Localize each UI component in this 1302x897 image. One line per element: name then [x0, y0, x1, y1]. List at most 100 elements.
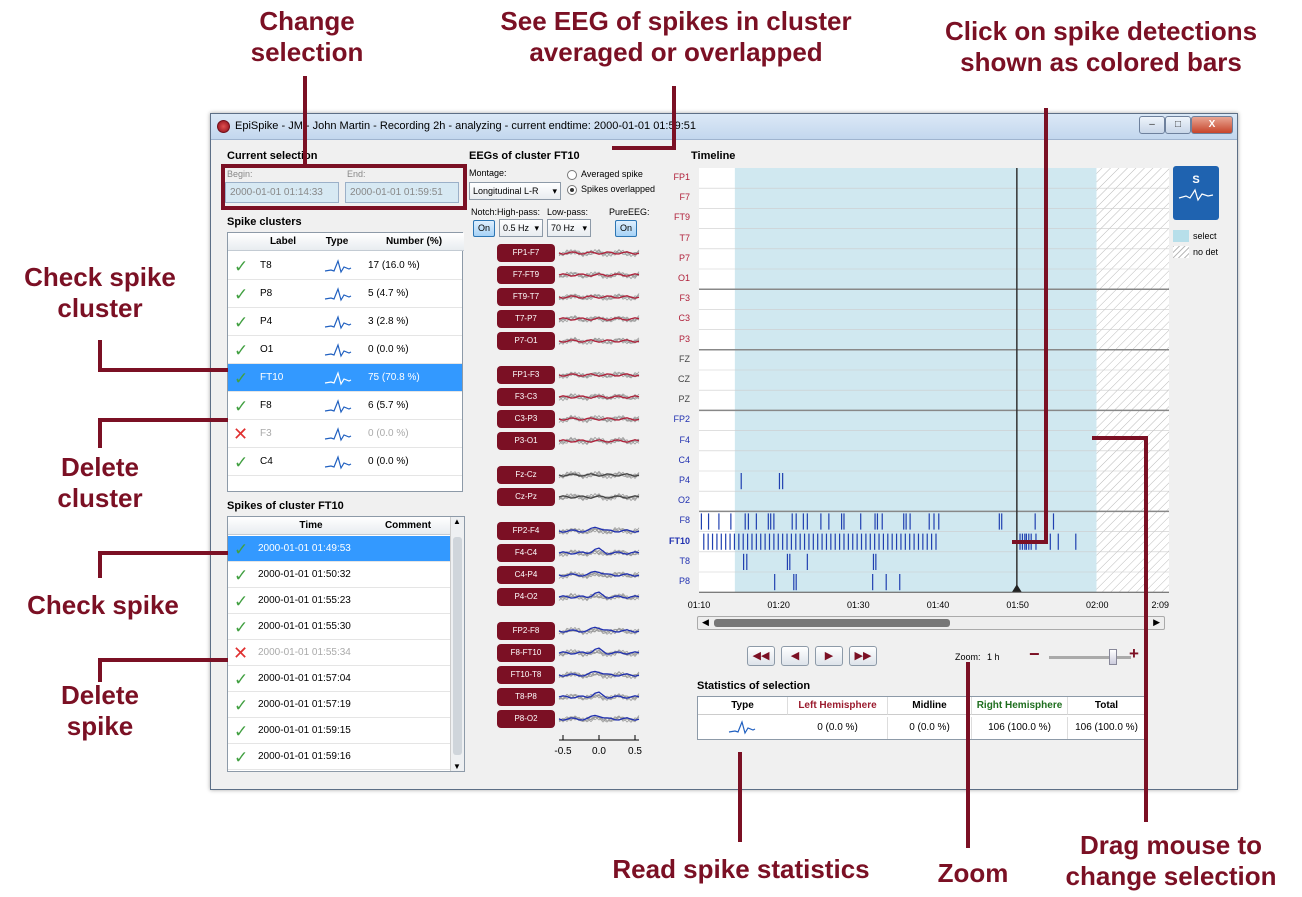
check-icon[interactable]: ✓ — [234, 667, 248, 693]
check-icon[interactable]: ✓ — [234, 615, 248, 641]
timeline-scroll-thumb[interactable] — [714, 619, 950, 627]
check-icon[interactable]: ✓ — [234, 537, 248, 563]
check-icon[interactable]: ✓ — [234, 563, 248, 589]
close-button[interactable]: X — [1191, 116, 1233, 134]
legend-select-swatch — [1173, 230, 1189, 242]
cluster-row[interactable]: ✓ FT10 75 (70.8 %) — [228, 364, 462, 392]
timeline-channel-label: C3 — [678, 313, 690, 324]
col-time[interactable]: Time — [256, 517, 366, 535]
spike-type-icon — [324, 315, 352, 330]
lowpass-select[interactable]: 70 Hz — [547, 219, 591, 237]
timeline-x-tick-label: 02:00 — [1086, 600, 1109, 608]
scroll-down-icon[interactable]: ▼ — [453, 762, 461, 771]
zoom-out-icon[interactable]: − — [1029, 644, 1040, 665]
cluster-number: 17 (16.0 %) — [368, 260, 420, 271]
col-type[interactable]: Type — [310, 233, 364, 251]
check-icon[interactable]: ✓ — [234, 449, 248, 477]
scroll-thumb[interactable] — [453, 537, 462, 755]
montage-select[interactable]: Longitudinal L-R — [469, 182, 561, 200]
pureeeg-toggle[interactable]: On — [615, 220, 637, 237]
spikes-of-cluster-heading: Spikes of cluster FT10 — [227, 500, 344, 512]
scroll-left-icon[interactable]: ◀ — [702, 617, 709, 628]
zoom-in-icon[interactable]: + — [1129, 644, 1139, 664]
spike-clusters-table[interactable]: Label Type Number (%) ✓ T8 17 (16.0 %) ✓ P8 5… — [227, 232, 464, 492]
spike-row[interactable]: ✓ 2000-01-01 01:55:23 — [228, 588, 450, 614]
fast-rewind-button[interactable]: ◀◀ — [747, 646, 775, 666]
minimize-button[interactable]: – — [1139, 116, 1165, 134]
arrow-delete-spike-h — [98, 658, 228, 662]
eeg-plot[interactable]: -0.5 0.0 0.5 FP1-F7 F7-FT9 FT9-T7 T7-P7 P7-O1 F… — [497, 238, 657, 798]
zoom-slider[interactable] — [1049, 649, 1131, 665]
eeg-channel-label: FP2-F4 — [497, 522, 555, 540]
cluster-row[interactable]: ✕ F3 0 (0.0 %) — [228, 420, 462, 448]
scroll-right-icon[interactable]: ▶ — [1153, 617, 1160, 628]
spike-type-icon — [324, 287, 352, 302]
timeline-x-tick-label: 01:50 — [1006, 600, 1029, 608]
spike-row[interactable]: ✓ 2000-01-01 01:59:15 — [228, 718, 450, 744]
col-number[interactable]: Number (%) — [364, 233, 464, 251]
spike-row[interactable]: ✕ 2000-01-01 01:55:34 — [228, 640, 450, 666]
check-icon[interactable]: ✓ — [234, 589, 248, 615]
spike-clusters-heading: Spike clusters — [227, 216, 302, 228]
spike-time: 2000-01-01 01:55:30 — [258, 621, 351, 632]
maximize-button[interactable]: □ — [1165, 116, 1191, 134]
averaged-radio[interactable] — [567, 170, 577, 180]
check-icon[interactable]: ✓ — [234, 253, 248, 281]
step-back-button[interactable]: ◀ — [781, 646, 809, 666]
callout-read-stats: Read spike statistics — [612, 854, 870, 884]
timeline-channel-label: FT10 — [668, 535, 690, 546]
spike-row[interactable]: ✓ 2000-01-01 01:55:30 — [228, 614, 450, 640]
timeline-scrollbar[interactable]: ◀ ▶ — [697, 616, 1165, 630]
cluster-row[interactable]: ✓ T8 17 (16.0 %) — [228, 252, 462, 280]
cluster-row[interactable]: ✓ O1 0 (0.0 %) — [228, 336, 462, 364]
logo-letter: S — [1192, 174, 1200, 186]
cluster-row[interactable]: ✓ F8 6 (5.7 %) — [228, 392, 462, 420]
spike-row[interactable]: ✓ 2000-01-01 01:57:19 — [228, 692, 450, 718]
spikes-scrollbar[interactable]: ▲ ▼ — [450, 517, 464, 771]
eeg-x-tick-label: -0.5 — [554, 746, 572, 757]
check-icon[interactable]: ✓ — [234, 393, 248, 421]
montage-label: Montage: — [469, 168, 507, 178]
spikes-table[interactable]: Time Comment ▲ ▼ ✓ 2000-01-01 01:49:53 ✓ 20… — [227, 516, 465, 772]
cluster-number: 0 (0.0 %) — [368, 428, 409, 439]
highpass-label: High-pass: — [497, 207, 541, 217]
timeline-channel-label: P3 — [678, 333, 690, 344]
col-label[interactable]: Label — [256, 233, 310, 251]
notch-toggle[interactable]: On — [473, 220, 495, 237]
statistics-table: Type Left Hemisphere 0 (0.0 %) Midline 0 (0.… — [697, 696, 1147, 740]
step-forward-button[interactable]: ▶ — [815, 646, 843, 666]
spike-row[interactable]: ✓ 2000-01-01 01:59:16 — [228, 744, 450, 770]
timeline-channel-label: PZ — [678, 394, 690, 405]
fast-forward-button[interactable]: ▶▶ — [849, 646, 877, 666]
spike-row[interactable]: ✓ 2000-01-01 01:49:53 — [228, 536, 450, 562]
spike-row[interactable]: ✓ 2000-01-01 01:50:32 — [228, 562, 450, 588]
delete-icon[interactable]: ✕ — [233, 420, 248, 448]
check-icon[interactable]: ✓ — [234, 693, 248, 719]
check-icon[interactable]: ✓ — [234, 745, 248, 771]
cluster-label: F3 — [260, 428, 272, 439]
stats-value: 106 (100.0 %) — [1068, 717, 1146, 739]
eeg-channel-label: FT10-T8 — [497, 666, 555, 684]
check-icon[interactable]: ✓ — [234, 281, 248, 309]
eeg-channel-label: C4-P4 — [497, 566, 555, 584]
timeline-x-tick-label: 01:10 — [688, 600, 711, 608]
check-icon[interactable]: ✓ — [234, 365, 248, 393]
eeg-channel-label: Cz-Pz — [497, 488, 555, 506]
check-icon[interactable]: ✓ — [234, 337, 248, 365]
timeline-x-tick-label: 01:30 — [847, 600, 870, 608]
cluster-row[interactable]: ✓ P4 3 (2.8 %) — [228, 308, 462, 336]
callout-delete-cluster: Delete cluster — [57, 452, 143, 513]
overlapped-radio[interactable] — [567, 185, 577, 195]
delete-icon[interactable]: ✕ — [233, 640, 248, 666]
check-icon[interactable]: ✓ — [234, 719, 248, 745]
cluster-row[interactable]: ✓ C4 0 (0.0 %) — [228, 448, 462, 476]
selection-region — [734, 168, 1097, 593]
zoom-slider-thumb[interactable] — [1108, 649, 1117, 665]
col-comment[interactable]: Comment — [366, 517, 450, 535]
spike-row[interactable]: ✓ 2000-01-01 01:57:04 — [228, 666, 450, 692]
scroll-up-icon[interactable]: ▲ — [453, 517, 461, 526]
cluster-row[interactable]: ✓ P8 5 (4.7 %) — [228, 280, 462, 308]
check-icon[interactable]: ✓ — [234, 309, 248, 337]
highpass-select[interactable]: 0.5 Hz — [499, 219, 543, 237]
timeline-plot[interactable]: 01:10 01:20 01:30 01:40 01:50 02:00 2:09 FP1 F7… — [635, 168, 1175, 610]
